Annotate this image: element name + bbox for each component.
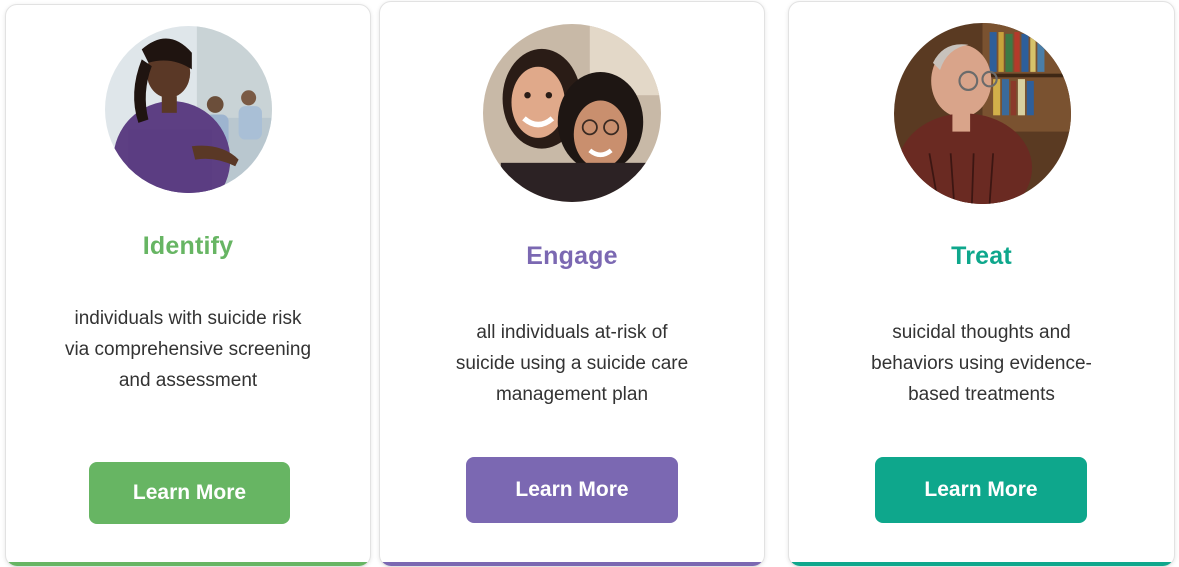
description-line: via comprehensive screening (64, 339, 312, 360)
description-line: behaviors using evidence- (871, 353, 1092, 374)
accent-bar (789, 562, 1174, 566)
description-line: suicide using a suicide care (455, 353, 689, 374)
card-title: Engage (526, 242, 618, 270)
learn-more-button[interactable]: Learn More (89, 462, 290, 524)
engage-card: Engage all individuals at-risk of suicid… (379, 1, 765, 567)
description-line: management plan (495, 384, 649, 405)
treat-card: Treat suicidal thoughts and behaviors us… (788, 1, 1175, 567)
card-description: suicidal thoughts and behaviors using ev… (809, 317, 1154, 410)
accent-bar (6, 562, 370, 566)
description-line: all individuals at-risk of (476, 322, 668, 343)
description-line: suicidal thoughts and (892, 322, 1071, 343)
identify-card: Identify individuals with suicide risk v… (5, 4, 371, 567)
older-man-with-bookshelf-photo (894, 23, 1071, 204)
card-title: Treat (951, 242, 1012, 270)
accent-bar (380, 562, 764, 566)
card-description: individuals with suicide risk via compre… (26, 303, 350, 396)
two-women-smiling-photo (483, 24, 661, 202)
card-description: all individuals at-risk of suicide using… (400, 317, 744, 410)
nurse-with-patients-photo (105, 26, 272, 193)
learn-more-button[interactable]: Learn More (466, 457, 678, 523)
description-line: individuals with suicide risk (74, 308, 302, 329)
learn-more-button[interactable]: Learn More (875, 457, 1087, 523)
description-line: based treatments (908, 384, 1055, 405)
description-line: and assessment (118, 370, 258, 391)
card-title: Identify (142, 232, 234, 260)
